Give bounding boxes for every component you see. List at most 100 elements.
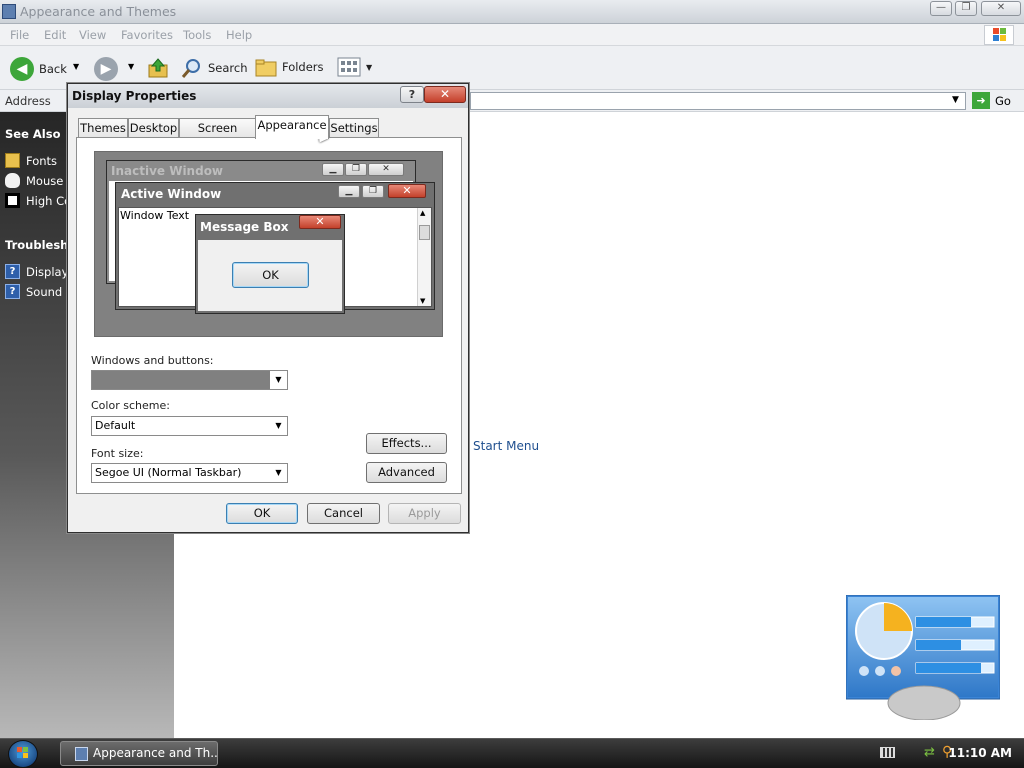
high-contrast-icon	[5, 193, 20, 208]
up-folder-icon	[148, 58, 168, 78]
tab-screen-saver[interactable]: Screen Saver	[179, 118, 256, 153]
forward-arrow-icon: ▶	[94, 57, 118, 81]
windows-buttons-select[interactable]: ▼	[91, 370, 288, 390]
mouse-icon	[5, 173, 20, 188]
taskbar-item-appearance[interactable]: Appearance and Th...	[60, 741, 218, 766]
search-label: Search	[208, 61, 248, 75]
help-icon: ?	[5, 264, 20, 279]
search-icon	[181, 59, 200, 78]
views-button[interactable]: ▼	[337, 57, 372, 77]
sidebar-item-sound-troubleshooter[interactable]: ? Sound	[5, 284, 62, 299]
font-size-value: Segoe UI (Normal Taskbar)	[95, 466, 242, 479]
windows-logo-icon	[17, 747, 28, 758]
sidebar-item-high-contrast[interactable]: High Co	[5, 193, 71, 208]
preview-minimize-icon: ▁	[338, 185, 360, 198]
back-arrow-icon: ◀	[10, 57, 34, 81]
preview-inactive-title: Inactive Window	[111, 164, 224, 178]
apply-button[interactable]: Apply	[388, 503, 461, 524]
minimize-button[interactable]: —	[930, 1, 952, 16]
scroll-up-icon: ▲	[420, 209, 426, 217]
preview-close-icon: ✕	[368, 163, 404, 176]
back-dropdown-icon[interactable]: ▼	[73, 62, 79, 71]
window-titlebar: Appearance and Themes — ❐ ✕	[0, 0, 1024, 24]
sidebar-item-label: Display	[26, 264, 69, 279]
fonts-folder-icon	[5, 153, 20, 168]
preview-scrollbar: ▲ ▼	[417, 208, 431, 306]
sidebar-item-label: Fonts	[26, 153, 58, 168]
search-button[interactable]: Search	[181, 57, 248, 79]
network-icon[interactable]: ⇄	[924, 745, 935, 760]
clock[interactable]: 11:10 AM	[948, 746, 1012, 760]
taskbar-item-label: Appearance and Th...	[93, 746, 218, 760]
views-icon	[337, 57, 361, 77]
address-dropdown-icon[interactable]: ▼	[952, 95, 959, 105]
display-properties-dialog: Display Properties ? ✕ Themes Desktop Sc…	[67, 83, 469, 533]
appearance-panel: Inactive Window ▁ ❐ ✕ Active Window ▁ ❐ …	[76, 137, 462, 494]
views-dropdown-icon: ▼	[366, 62, 373, 72]
help-icon: ?	[5, 284, 20, 299]
go-label: Go	[995, 93, 1011, 108]
menu-tools[interactable]: Tools	[183, 28, 211, 42]
advanced-button[interactable]: Advanced	[366, 462, 447, 483]
preview-window-text: Window Text	[120, 209, 190, 222]
preview-ok-button: OK	[232, 262, 309, 288]
forward-button[interactable]: ▶	[94, 57, 118, 81]
back-label: Back	[39, 62, 67, 76]
chevron-down-icon: ▼	[275, 421, 282, 430]
menu-favorites[interactable]: Favorites	[121, 28, 173, 42]
sidebar-item-label: High Co	[26, 193, 72, 208]
window-title: Appearance and Themes	[20, 4, 177, 19]
close-button[interactable]: ✕	[981, 1, 1021, 16]
tab-settings[interactable]: Settings	[329, 118, 379, 138]
tab-desktop[interactable]: Desktop	[128, 118, 179, 138]
preview-minimize-icon: ▁	[322, 163, 344, 176]
preview-message-box: Message Box ✕ OK	[195, 214, 345, 314]
preview-active-title: Active Window	[121, 187, 222, 201]
color-scheme-label: Color scheme:	[91, 399, 170, 412]
menu-bar: File Edit View Favorites Tools Help	[0, 24, 1024, 46]
start-button[interactable]	[8, 740, 38, 768]
windows-buttons-label: Windows and buttons:	[91, 354, 214, 367]
menu-view[interactable]: View	[79, 28, 106, 42]
sidebar-item-mouse[interactable]: Mouse	[5, 173, 63, 188]
preview-maximize-icon: ❐	[345, 163, 367, 176]
menu-help[interactable]: Help	[226, 28, 252, 42]
chevron-down-icon: ▼	[270, 371, 287, 389]
taskbar: Appearance and Th... ⇄ ⚲ 11:10 AM	[0, 738, 1024, 768]
keyboard-icon[interactable]	[880, 747, 895, 758]
effects-button[interactable]: Effects...	[366, 433, 447, 454]
control-panel-icon	[75, 747, 88, 761]
ok-button[interactable]: OK	[226, 503, 298, 524]
tab-themes[interactable]: Themes	[78, 118, 128, 138]
menu-edit[interactable]: Edit	[44, 28, 66, 42]
font-size-label: Font size:	[91, 447, 144, 460]
go-arrow-icon: ➜	[972, 92, 990, 109]
back-button[interactable]: ◀ Back	[10, 57, 67, 81]
dialog-close-button[interactable]: ✕	[424, 86, 466, 103]
menu-file[interactable]: File	[10, 28, 29, 42]
dialog-titlebar: Display Properties ? ✕	[68, 84, 468, 108]
preview-message-box-title: Message Box	[200, 220, 289, 234]
sidebar-item-label: Sound	[26, 284, 63, 299]
address-input[interactable]	[470, 92, 966, 110]
sidebar-item-display-troubleshooter[interactable]: ? Display	[5, 264, 68, 279]
preview-close-icon: ✕	[388, 184, 426, 198]
dialog-title: Display Properties	[72, 89, 197, 103]
maximize-button[interactable]: ❐	[955, 1, 977, 16]
folders-button[interactable]: Folders	[255, 57, 324, 77]
tab-appearance[interactable]: Appearance	[255, 115, 329, 139]
display-panel-illustration-icon	[845, 594, 1001, 721]
color-scheme-select[interactable]: Default ▼	[91, 416, 288, 436]
font-size-select[interactable]: Segoe UI (Normal Taskbar) ▼	[91, 463, 288, 483]
scroll-down-icon: ▼	[420, 297, 426, 305]
forward-dropdown-icon[interactable]: ▼	[128, 62, 134, 71]
cancel-button[interactable]: Cancel	[307, 503, 380, 524]
start-menu-link[interactable]: Start Menu	[473, 439, 539, 453]
sidebar-item-fonts[interactable]: Fonts	[5, 153, 57, 168]
color-scheme-value: Default	[95, 419, 136, 432]
see-also-header: See Also	[5, 127, 61, 141]
go-button[interactable]: ➜ Go	[972, 92, 1011, 109]
up-button[interactable]	[147, 57, 169, 79]
address-label: Address	[5, 94, 51, 108]
help-button[interactable]: ?	[400, 86, 424, 103]
